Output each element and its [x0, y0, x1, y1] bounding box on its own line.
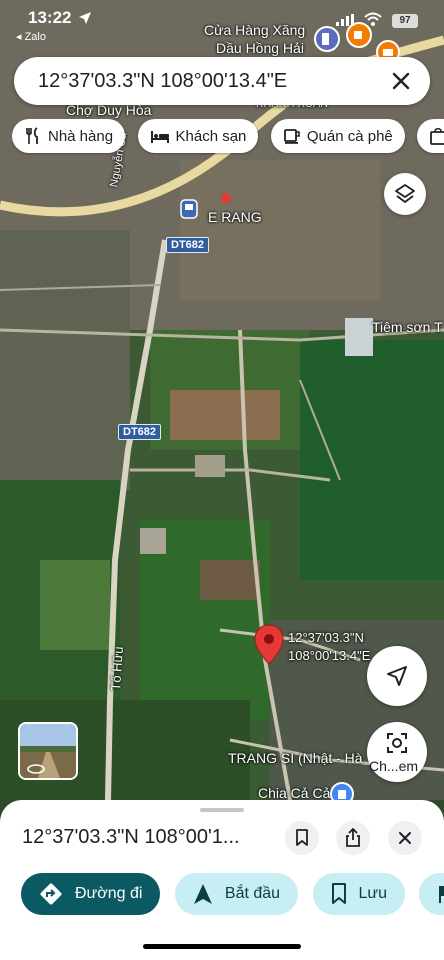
save-icon-button[interactable] [285, 821, 319, 855]
battery-indicator: 97 [392, 14, 418, 28]
close-icon [399, 832, 411, 844]
pin-label-lat: 12°37'03.3"N [288, 630, 364, 645]
lens-caption: Ch...em [369, 758, 419, 774]
rotate-360-icon [27, 764, 45, 774]
street-view-thumbnail[interactable] [18, 722, 78, 780]
signal-icon [336, 14, 354, 26]
pin-coordinates-label: 12°37'03.3"N 108°00'13.4"E [288, 629, 370, 665]
navigation-icon [193, 884, 212, 904]
place-title: 12°37'03.3"N 108°00'1... [22, 826, 240, 848]
chip-cafes[interactable]: Quán cà phê [270, 119, 405, 153]
hotel-icon [150, 131, 169, 143]
chip-label: Khách sạn [175, 127, 247, 145]
save-label: Lưu [358, 885, 388, 902]
pin-label-lon: 108°00'13.4"E [288, 648, 371, 663]
category-chips: Nhà hàng Khách sạn Quán cà phê M [12, 119, 444, 155]
layers-icon [395, 184, 415, 203]
chip-label: Quán cà phê [306, 127, 393, 145]
status-bar: 13:22 ◂ Zalo 97 [0, 0, 444, 43]
directions-label: Đường đi [75, 885, 143, 902]
my-location-button[interactable] [367, 646, 427, 706]
bookmark-icon [296, 829, 308, 846]
dropped-pin-icon[interactable] [254, 624, 284, 666]
map-label-to-huu: Tố Hữu [108, 645, 127, 692]
start-button[interactable]: Bắt đầu [174, 873, 299, 915]
directions-icon [40, 883, 62, 905]
save-button[interactable]: Lưu [312, 873, 406, 915]
start-label: Bắt đầu [224, 885, 281, 902]
lens-button[interactable]: Ch...em [367, 722, 427, 782]
label-button[interactable]: Th [419, 873, 444, 915]
coffee-icon [283, 129, 300, 144]
bookmark-icon [331, 883, 346, 904]
location-arrow-icon [79, 12, 91, 24]
directions-button[interactable]: Đường đi [21, 873, 161, 915]
garden-poi-icon[interactable] [330, 782, 354, 800]
map-label-tiem-son[interactable]: Tiệm sơn T [372, 319, 443, 335]
sheet-drag-handle[interactable] [200, 808, 244, 812]
chip-hotels[interactable]: Khách sạn [137, 119, 259, 153]
map-label-trang-si[interactable]: TRANG SI (Nhật - Hà [228, 750, 363, 766]
close-sheet-button[interactable] [388, 821, 422, 855]
restaurant-icon [26, 127, 38, 144]
search-query-text[interactable]: 12°37'03.3"N 108°00'13.4"E [38, 70, 287, 93]
status-time: 13:22 [28, 8, 72, 27]
flag-icon [439, 886, 444, 903]
layers-button[interactable] [384, 173, 426, 215]
road-shield-dt682: DT682 [166, 237, 210, 253]
road-shield-dt682-lower: DT682 [118, 424, 162, 440]
place-marker-icon[interactable] [220, 192, 232, 204]
map-label-gas-station-line2: Dầu Hồng Hải [216, 40, 304, 56]
share-icon [346, 828, 360, 847]
chip-shopping[interactable]: M [417, 119, 444, 153]
camera-lens-icon [387, 733, 407, 753]
back-to-app-link[interactable]: ◂ Zalo [16, 30, 46, 43]
share-icon-button[interactable] [336, 821, 370, 855]
navigation-arrow-icon [387, 666, 407, 686]
shopping-icon [430, 127, 444, 145]
bus-stop-icon[interactable] [180, 199, 198, 219]
action-buttons-row: Đường đi Bắt đầu Lưu Th [21, 873, 444, 915]
chip-label: Nhà hàng [48, 127, 114, 145]
search-bar[interactable]: 12°37'03.3"N 108°00'13.4"E [14, 57, 430, 105]
home-indicator[interactable] [143, 944, 301, 949]
chip-restaurants[interactable]: Nhà hàng [12, 119, 126, 153]
wifi-icon [364, 12, 382, 26]
map-label-e-rang: E RANG [208, 209, 262, 225]
close-icon[interactable] [386, 66, 416, 96]
